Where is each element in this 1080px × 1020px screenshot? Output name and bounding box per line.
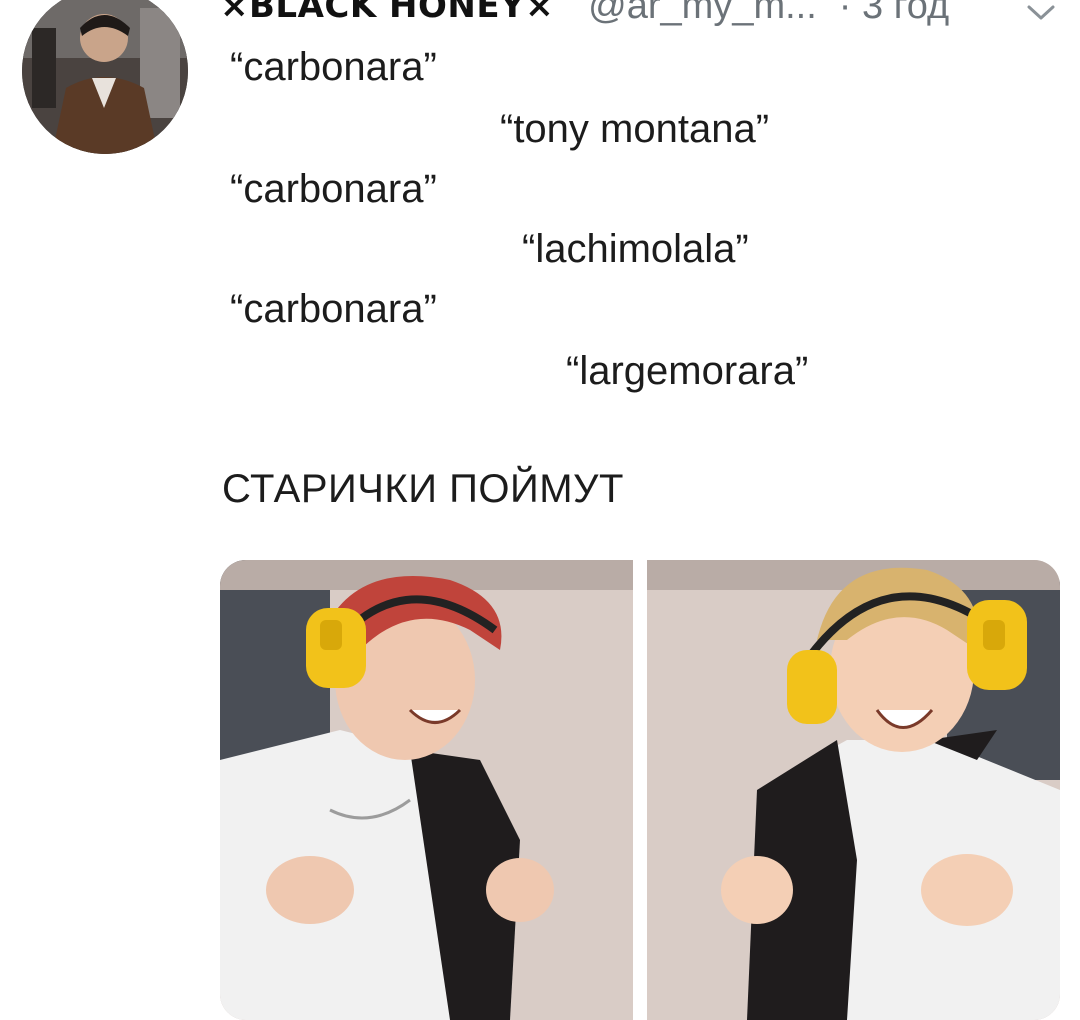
tweet-header: ×BLACK HONEY× ™ @ar_my_m... · 3 год xyxy=(220,0,949,28)
display-name-suffix: ™ xyxy=(556,0,570,4)
display-name[interactable]: ×BLACK HONEY× xyxy=(220,0,554,26)
user-handle[interactable]: @ar_my_m... xyxy=(588,0,817,28)
tweet-text-line: “lachimolala” xyxy=(522,227,749,271)
tweet-text-line: “largemorara” xyxy=(566,349,809,393)
media-photo-right[interactable] xyxy=(647,560,1060,1020)
tweet-text-line: “carbonara” xyxy=(230,287,437,331)
tweet-text-line: “carbonara” xyxy=(230,45,437,89)
timestamp[interactable]: · 3 год xyxy=(839,0,949,28)
avatar[interactable] xyxy=(22,0,188,154)
chevron-down-icon[interactable] xyxy=(1024,0,1058,24)
tweet-media xyxy=(220,560,1060,1020)
tweet-text-line: “carbonara” xyxy=(230,167,437,211)
media-photo-left[interactable] xyxy=(220,560,633,1020)
tweet-text-line: “tony montana” xyxy=(500,107,770,151)
tweet-caption: СТАРИЧКИ ПОЙМУТ xyxy=(222,467,624,511)
